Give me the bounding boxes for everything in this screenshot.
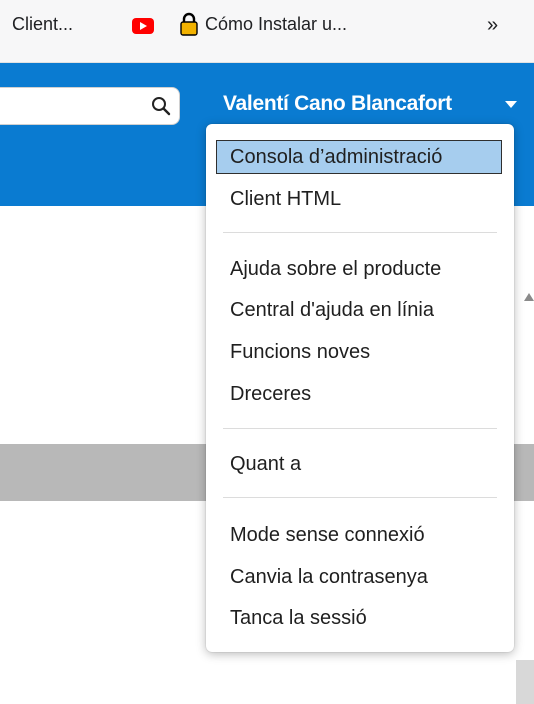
double-chevron-icon[interactable]: » bbox=[487, 14, 498, 37]
user-dropdown-menu: Consola d’administració Client HTML Ajud… bbox=[206, 124, 514, 652]
menu-item-html-client[interactable]: Client HTML bbox=[216, 182, 502, 216]
menu-item-shortcuts[interactable]: Dreceres bbox=[216, 377, 502, 411]
bookmark-como-instalar[interactable]: Cómo Instalar u... bbox=[205, 14, 347, 35]
search-icon[interactable] bbox=[151, 96, 171, 116]
user-menu-button[interactable]: Valentí Cano Blancafort bbox=[223, 92, 452, 116]
search-input[interactable] bbox=[0, 87, 180, 125]
lock-icon[interactable] bbox=[179, 12, 199, 36]
menu-item-offline-mode[interactable]: Mode sense connexió bbox=[216, 518, 502, 552]
menu-separator bbox=[223, 497, 497, 498]
bookmarks-bar: Client... Cómo Instalar u... » bbox=[0, 0, 534, 63]
menu-item-sign-out[interactable]: Tanca la sessió bbox=[216, 601, 502, 635]
scroll-up-arrow-icon[interactable] bbox=[524, 293, 534, 301]
chevron-down-icon[interactable] bbox=[505, 101, 517, 108]
scrollbar[interactable] bbox=[516, 660, 534, 704]
menu-item-new-features[interactable]: Funcions noves bbox=[216, 335, 502, 369]
bookmark-client[interactable]: Client... bbox=[12, 14, 73, 35]
menu-item-about[interactable]: Quant a bbox=[216, 447, 502, 481]
menu-item-online-help[interactable]: Central d'ajuda en línia bbox=[216, 293, 502, 327]
menu-item-change-password[interactable]: Canvia la contrasenya bbox=[216, 560, 502, 594]
menu-separator bbox=[223, 232, 497, 233]
menu-item-product-help[interactable]: Ajuda sobre el producte bbox=[216, 252, 502, 286]
menu-item-admin-console[interactable]: Consola d’administració bbox=[216, 140, 502, 174]
menu-separator bbox=[223, 428, 497, 429]
youtube-icon[interactable] bbox=[132, 18, 154, 34]
